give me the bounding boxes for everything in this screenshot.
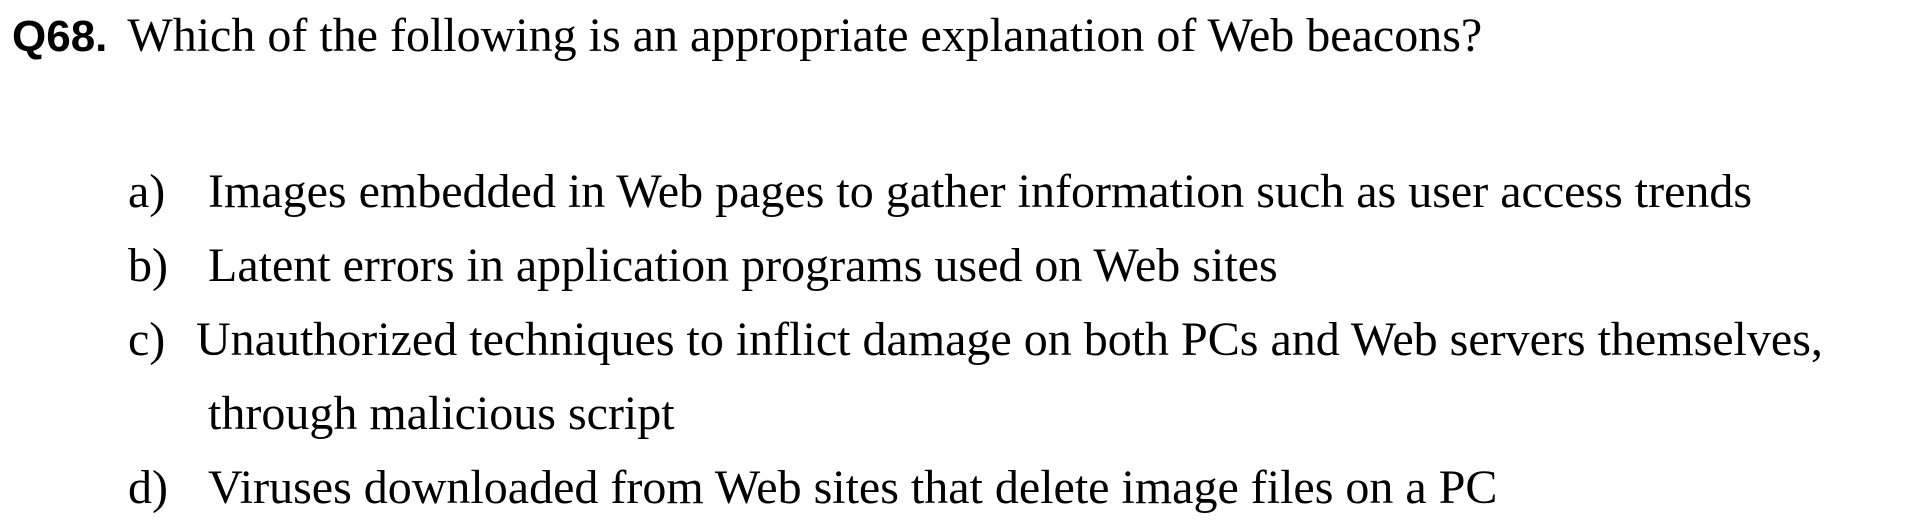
option-b: b) Latent errors in application programs… [128, 229, 1913, 303]
option-letter: d) [128, 461, 168, 514]
option-c-continuation: through malicious script [208, 387, 675, 440]
question: Q68. Which of the following is an appropr… [12, 6, 1482, 77]
option-text: Images embedded in Web pages to gather i… [208, 165, 1753, 218]
option-text: Latent errors in application programs us… [208, 239, 1278, 292]
option-c: c) Unauthorized techniques to inflict da… [128, 303, 1913, 377]
option-text: Viruses downloaded from Web sites that d… [208, 461, 1498, 514]
option-letter: b) [128, 239, 168, 292]
option-letter: c) [128, 313, 166, 366]
option-letter: a) [128, 165, 166, 218]
question-number: Q68. [12, 12, 108, 61]
option-d: d) Viruses downloaded from Web sites tha… [128, 451, 1913, 525]
question-text: Which of the following is an appropriate… [127, 9, 1483, 62]
option-a: a) Images embedded in Web pages to gathe… [128, 155, 1913, 229]
option-text: Unauthorized techniques to inflict damag… [196, 313, 1823, 366]
answer-options: a) Images embedded in Web pages to gathe… [128, 155, 1913, 525]
